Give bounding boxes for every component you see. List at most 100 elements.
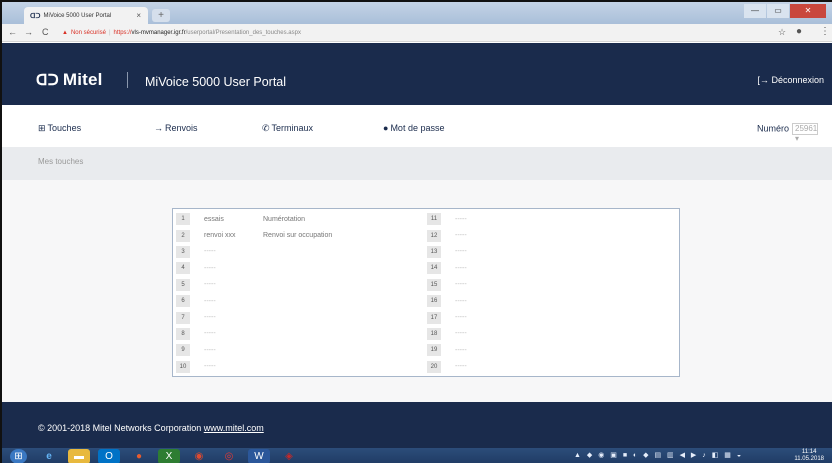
key-number: 7: [176, 311, 190, 324]
key-row[interactable]: 4 -----: [176, 260, 332, 276]
portal-header: ᗡᑐ Mitel MiVoice 5000 User Portal [→ Déco…: [2, 43, 832, 105]
key-label: -----: [455, 363, 467, 371]
key-function: Numérotation: [263, 215, 306, 223]
browser-titlebar: ᗡᑐ MiVoice 5000 User Portal × + — ▭ ✕: [2, 2, 832, 24]
mitel-logo: ᗡᑐ Mitel: [36, 70, 103, 90]
key-label: -----: [204, 363, 216, 371]
key-row[interactable]: 3 -----: [176, 244, 332, 260]
key-row[interactable]: 11 -----: [427, 211, 514, 227]
page-title: MiVoice 5000 User Portal: [145, 75, 287, 89]
url-field[interactable]: ▲ Non sécurisé | https://vls-mvmanager.igr.…: [62, 26, 762, 40]
key-label: -----: [455, 215, 467, 223]
key-row[interactable]: 16 -----: [427, 293, 514, 309]
key-label: -----: [455, 281, 467, 289]
app-misc-icon[interactable]: ◈: [278, 449, 300, 463]
key-label: -----: [204, 264, 216, 272]
nav-item-label: Mot de passe: [390, 123, 445, 133]
key-label: -----: [455, 346, 467, 354]
system-tray[interactable]: ▲ ◆ ◉ ▣ ■ ◐ ◆ ▤ ▥ ◀ ▶ ♪ ◧ ▦ ◒: [574, 451, 743, 459]
key-label: -----: [204, 314, 216, 322]
key-number: 9: [176, 344, 190, 357]
close-window-icon[interactable]: ✕: [790, 4, 826, 18]
key-row[interactable]: 5 -----: [176, 277, 332, 293]
key-row[interactable]: 6 -----: [176, 293, 332, 309]
minimize-icon[interactable]: —: [744, 4, 766, 18]
mitel-website-link[interactable]: www.mitel.com: [204, 423, 264, 433]
key-label: -----: [455, 330, 467, 338]
key-number: 8: [176, 327, 190, 340]
word-icon[interactable]: W: [248, 449, 270, 463]
windows-start-icon[interactable]: ⊞: [10, 449, 27, 463]
logout-label: Déconnexion: [771, 75, 824, 85]
keys-table: 1 essais Numérotation 2 renvoi xxx Renvoi su…: [172, 208, 680, 377]
arrow-right-icon: →: [154, 123, 163, 133]
key-number: 15: [427, 278, 441, 291]
security-label: Non sécurisé: [70, 30, 106, 36]
app-red-icon[interactable]: ◉: [188, 449, 210, 463]
key-row[interactable]: 10 -----: [176, 359, 332, 375]
internet-explorer-icon[interactable]: e: [38, 449, 60, 463]
new-tab-button[interactable]: +: [152, 9, 170, 22]
key-row[interactable]: 14 -----: [427, 260, 514, 276]
clock-time: 11:14: [801, 449, 817, 455]
chrome-icon[interactable]: ◎: [218, 449, 240, 463]
grid-icon: ⊞: [38, 123, 46, 133]
nav-item-renvois[interactable]: → Renvois: [154, 123, 198, 133]
key-row[interactable]: 8 -----: [176, 326, 332, 342]
key-number: 5: [176, 278, 190, 291]
clock-date: 11.05.2018: [794, 456, 824, 462]
back-arrow-icon[interactable]: ←: [8, 27, 17, 37]
tab-close-icon[interactable]: ×: [136, 11, 141, 20]
nav-item-mot-de-passe[interactable]: ● Mot de passe: [383, 123, 444, 133]
app-o-icon[interactable]: ●: [128, 449, 150, 463]
nav-item-label: Touches: [47, 123, 82, 133]
browser-tab[interactable]: ᗡᑐ MiVoice 5000 User Portal ×: [24, 7, 148, 24]
key-label: -----: [204, 346, 216, 354]
logo-text: Mitel: [62, 70, 103, 89]
key-row[interactable]: 9 -----: [176, 342, 332, 358]
key-number: 11: [427, 213, 441, 226]
key-row[interactable]: 2 renvoi xxx Renvoi sur occupation: [176, 227, 332, 243]
maximize-icon[interactable]: ▭: [767, 4, 789, 18]
reload-icon[interactable]: C: [42, 27, 49, 37]
forward-arrow-icon[interactable]: →: [24, 27, 33, 37]
key-number: 2: [176, 229, 190, 242]
tab-title: MiVoice 5000 User Portal: [43, 12, 112, 19]
main-nav: ⊞ Touches → Renvois ✆ Terminaux ● Mot de pas…: [2, 105, 832, 147]
key-row[interactable]: 12 -----: [427, 227, 514, 243]
nav-item-terminaux[interactable]: ✆ Terminaux: [262, 123, 313, 134]
window-controls: — ▭ ✕: [744, 4, 826, 18]
main-content: 1 essais Numérotation 2 renvoi xxx Renvoi su…: [2, 180, 832, 402]
key-row[interactable]: 1 essais Numérotation: [176, 211, 332, 227]
browser-menu-icon[interactable]: ⋮: [820, 26, 830, 37]
key-label: -----: [204, 281, 216, 289]
section-bar: Mes touches: [2, 147, 832, 180]
key-row[interactable]: 19 -----: [427, 342, 514, 358]
key-label: -----: [455, 314, 467, 322]
mitel-mark-icon: ᗡᑐ: [36, 72, 59, 89]
key-icon: ●: [383, 123, 389, 133]
key-row[interactable]: 7 -----: [176, 309, 332, 325]
excel-icon[interactable]: X: [158, 449, 180, 463]
profile-icon[interactable]: ●: [796, 26, 802, 37]
taskbar-clock[interactable]: 11:14 11.05.2018: [794, 449, 824, 463]
key-label: -----: [204, 297, 216, 305]
key-row[interactable]: 15 -----: [427, 277, 514, 293]
key-row[interactable]: 13 -----: [427, 244, 514, 260]
key-function: Renvoi sur occupation: [263, 232, 333, 240]
copyright-text: © 2001-2018 Mitel Networks Corporation: [38, 423, 202, 433]
key-row[interactable]: 20 -----: [427, 359, 514, 375]
numero-dropdown[interactable]: 25961 ▾: [792, 123, 818, 143]
windows-taskbar: ⊞ e ▬ O ● X ◉ ◎ W ◈ ▲ ◆ ◉ ▣ ■ ◐ ◆ ▤ ▥ ◀ …: [2, 448, 832, 463]
key-row[interactable]: 17 -----: [427, 309, 514, 325]
outlook-icon[interactable]: O: [98, 449, 120, 463]
bookmark-star-icon[interactable]: ☆: [778, 27, 786, 38]
logout-button[interactable]: [→ Déconnexion: [757, 75, 824, 85]
key-row[interactable]: 18 -----: [427, 326, 514, 342]
key-number: 17: [427, 311, 441, 324]
nav-item-touches[interactable]: ⊞ Touches: [38, 123, 81, 134]
url-scheme: https://: [113, 30, 132, 36]
key-label: -----: [455, 232, 467, 240]
url-path: /userportal/Presentation_des_touches.asp…: [185, 30, 301, 36]
file-explorer-icon[interactable]: ▬: [68, 449, 90, 463]
